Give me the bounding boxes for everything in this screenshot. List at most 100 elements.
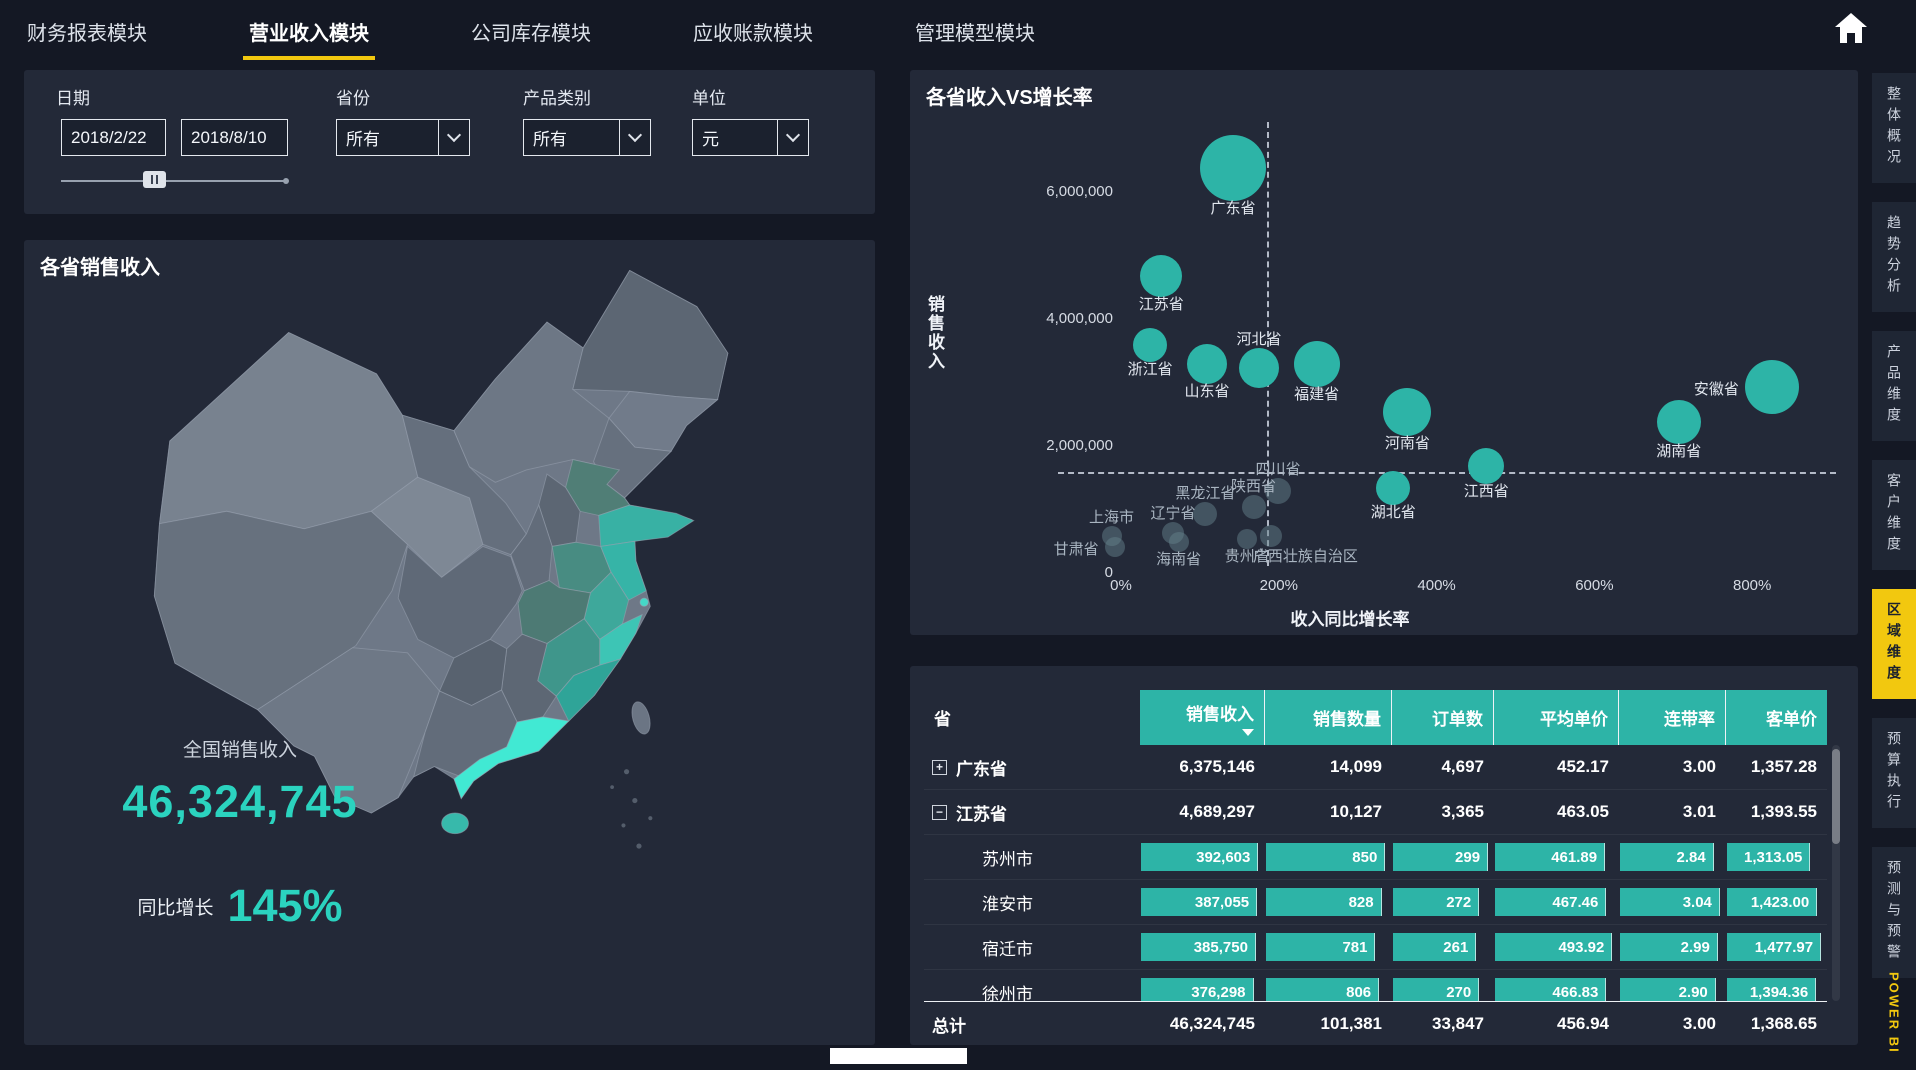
cell-data-bar: 828 (1266, 888, 1382, 916)
chevron-down-icon (438, 120, 469, 155)
sidebar-tab-5[interactable]: 预算执行 (1872, 718, 1916, 828)
x-tick: 400% (1402, 577, 1472, 594)
nav-tab-1[interactable]: 营业收入模块 (243, 0, 375, 60)
sidebar-tab-3[interactable]: 客户维度 (1872, 460, 1916, 570)
scatter-point-label: 海南省 (1109, 548, 1249, 569)
cell-data-bar: 1,394.36 (1727, 978, 1816, 1001)
cell-data-bar: 461.89 (1495, 843, 1605, 871)
cell-data-bar: 261 (1393, 933, 1476, 961)
nav-tab-4[interactable]: 管理模型模块 (909, 0, 1041, 56)
table-row[interactable]: +广东省6,375,14614,0994,697452.173.001,357.… (924, 745, 1827, 790)
chevron-down-icon (619, 120, 650, 155)
horizontal-scrollbar-thumb[interactable] (830, 1048, 967, 1064)
scatter-point[interactable] (1239, 348, 1279, 388)
province-xinjiang (160, 333, 418, 529)
scatter-point[interactable] (1294, 341, 1340, 387)
scatter-point-label: 湖南省 (1609, 440, 1749, 461)
cell-data-bar: 299 (1393, 843, 1488, 871)
collapse-icon[interactable]: − (932, 805, 947, 820)
expand-icon[interactable]: + (932, 760, 947, 775)
filter-panel: 日期 省份 产品类别 单位 2018/2/22 2018/8/10 所有 所有 … (24, 70, 875, 214)
date-slider-track[interactable] (61, 180, 285, 182)
table-row[interactable]: 苏州市392,603850299461.892.841,313.05 (924, 835, 1827, 880)
table-row[interactable]: 宿迁市385,750781261493.922.991,477.97 (924, 925, 1827, 970)
table-header-5[interactable]: 连带率 (1619, 690, 1726, 745)
scatter-panel: 各省收入VS增长率 销售收入 收入同比增长率 02,000,0004,000,0… (910, 70, 1858, 635)
chevron-down-icon (777, 120, 808, 155)
scatter-point-label: 黑龙江省 (1135, 482, 1275, 503)
nav-tab-0[interactable]: 财务报表模块 (21, 0, 153, 56)
date-end-input[interactable]: 2018/8/10 (181, 119, 288, 156)
sidebar-tab-4[interactable]: 区域维度 (1872, 589, 1916, 699)
cell-data-bar: 1,477.97 (1727, 933, 1821, 961)
x-tick: 0% (1086, 577, 1156, 594)
province-dropdown-value: 所有 (346, 125, 380, 150)
date-start-input[interactable]: 2018/2/22 (61, 119, 166, 156)
table-row[interactable]: 徐州市376,298806270466.832.901,394.36 (924, 970, 1827, 1001)
yoy-growth-label: 同比增长 (137, 893, 213, 920)
table-header-1[interactable]: 销售收入 (1140, 690, 1265, 745)
scatter-point-label: 河南省 (1337, 432, 1477, 453)
table-row[interactable]: 淮安市387,055828272467.463.041,423.00 (924, 880, 1827, 925)
cell-data-bar: 2.99 (1620, 933, 1718, 961)
south-china-sea-islands (610, 769, 652, 849)
table-header-6[interactable]: 客单价 (1726, 690, 1827, 745)
cell-data-bar: 781 (1266, 933, 1375, 961)
scatter-point-label: 湖北省 (1323, 501, 1463, 522)
y-tick: 2,000,000 (963, 437, 1113, 454)
scatter-point[interactable] (1383, 388, 1431, 436)
scatter-point-label: 甘肃省 (975, 538, 1099, 559)
table-header-row: 省销售收入销售数量订单数平均单价连带率客单价 (924, 690, 1827, 745)
scatter-point[interactable] (1376, 471, 1410, 505)
cell-data-bar: 392,603 (1141, 843, 1258, 871)
scatter-point[interactable] (1133, 328, 1167, 362)
category-dropdown[interactable]: 所有 (523, 119, 651, 156)
unit-filter-label: 单位 (692, 84, 726, 109)
province-heilongjiang (573, 271, 728, 400)
sidebar-tab-6[interactable]: 预测与预警 (1872, 847, 1916, 978)
scatter-point[interactable] (1468, 448, 1504, 484)
scatter-point[interactable] (1105, 537, 1125, 557)
top-nav: 财务报表模块 营业收入模块 公司库存模块 应收账款模块 管理模型模块 (0, 0, 1870, 58)
scatter-point-label: 广东省 (1163, 197, 1303, 218)
sidebar-tab-1[interactable]: 趋势分析 (1872, 202, 1916, 312)
yoy-growth-value: 145% (227, 880, 342, 932)
scatter-point-label: 安徽省 (1615, 378, 1739, 399)
x-tick: 800% (1717, 577, 1787, 594)
table-header-0[interactable]: 省 (924, 690, 1140, 745)
unit-dropdown[interactable]: 元 (692, 119, 809, 156)
scatter-plot-area: 02,000,0004,000,0006,000,0000%200%400%60… (910, 70, 1858, 635)
province-dropdown[interactable]: 所有 (336, 119, 470, 156)
table-scrollbar[interactable] (1832, 745, 1840, 1001)
category-filter-label: 产品类别 (523, 84, 591, 109)
scatter-point[interactable] (1200, 135, 1266, 201)
scatter-point[interactable] (1140, 255, 1182, 297)
x-tick: 200% (1244, 577, 1314, 594)
date-filter-label: 日期 (56, 84, 90, 109)
province-table-panel: 省销售收入销售数量订单数平均单价连带率客单价 +广东省6,375,14614,0… (910, 666, 1858, 1045)
scatter-point[interactable] (1187, 344, 1227, 384)
scatter-point-label: 上海市 (1042, 506, 1182, 527)
nav-tab-3[interactable]: 应收账款模块 (687, 0, 819, 56)
scatter-point[interactable] (1657, 400, 1701, 444)
scatter-point-label: 福建省 (1247, 383, 1387, 404)
table-header-3[interactable]: 订单数 (1392, 690, 1494, 745)
sidebar-tab-0[interactable]: 整体概况 (1872, 73, 1916, 183)
sidebar-tab-2[interactable]: 产品维度 (1872, 331, 1916, 441)
scatter-point[interactable] (1745, 360, 1799, 414)
scatter-point[interactable] (1260, 525, 1282, 547)
y-tick: 6,000,000 (963, 183, 1113, 200)
table-row[interactable]: −江苏省4,689,29710,1273,365463.053.011,393.… (924, 790, 1827, 835)
nav-tab-2[interactable]: 公司库存模块 (465, 0, 597, 56)
table-header-4[interactable]: 平均单价 (1494, 690, 1619, 745)
table-header-2[interactable]: 销售数量 (1265, 690, 1392, 745)
right-sidebar: 整体概况趋势分析产品维度客户维度区域维度预算执行预测与预警 POWER BI (1872, 0, 1916, 1070)
date-slider-handle[interactable] (143, 171, 166, 188)
home-icon[interactable] (1833, 11, 1869, 45)
cell-data-bar: 467.46 (1495, 888, 1606, 916)
scatter-point-label: 江苏省 (1091, 293, 1231, 314)
province-hainan (442, 813, 469, 834)
cell-data-bar: 1,423.00 (1727, 888, 1817, 916)
cell-data-bar: 376,298 (1141, 978, 1254, 1001)
cell-data-bar: 466.83 (1495, 978, 1606, 1001)
